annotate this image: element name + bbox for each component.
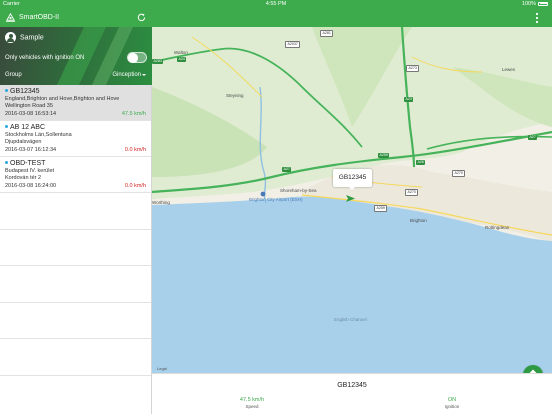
vehicle-item[interactable]: GB12345 England,Brighton and Hove,Bright… <box>0 85 151 121</box>
refresh-icon[interactable] <box>136 12 147 23</box>
road-badge: A24 <box>177 57 187 62</box>
vehicle-speed: 0.0 km/h <box>124 182 146 189</box>
vehicle-timestamp: 2016-03-07 16:12:34 <box>5 146 57 153</box>
vehicle-plate-row: OBD-TEST <box>5 160 146 168</box>
detail-plate: GB12345 <box>337 382 367 389</box>
speed-metric: 47.5 km/h Speed <box>222 397 282 410</box>
road-badge: A2037 <box>285 41 301 48</box>
user-name: Sample <box>20 34 44 42</box>
road-badge: A26 <box>416 160 426 165</box>
vehicle-timestamp: 2016-03-08 16:53:14 <box>5 110 57 117</box>
place-label: Walton <box>174 50 188 55</box>
group-value: Ginception <box>112 72 141 78</box>
toggle-knob <box>128 53 138 63</box>
airport-marker <box>260 191 266 197</box>
place-label: English Channel <box>334 317 367 322</box>
empty-list-row <box>0 193 151 230</box>
user-account[interactable]: Sample <box>5 32 44 44</box>
vehicle-plate-row: GB12345 <box>5 88 146 96</box>
place-label: Shoreham-by-Sea <box>280 188 317 193</box>
ignition-metric: ON Ignition <box>422 397 482 410</box>
empty-list-row <box>0 266 151 303</box>
vehicle-location-icon[interactable] <box>346 195 355 202</box>
road-badge: A259 <box>378 153 390 158</box>
account-icon <box>5 32 16 43</box>
ignition-label: Ignition <box>444 404 460 409</box>
ignition-value: ON <box>447 397 457 403</box>
place-label: Lewes <box>502 67 516 72</box>
vehicle-plate: GB12345 <box>10 88 40 95</box>
vehicle-plate: OBD-TEST <box>10 160 46 167</box>
speed-label: Speed <box>245 404 259 409</box>
road-badge: A259 <box>374 205 388 212</box>
vehicle-speed: 0.0 km/h <box>124 146 146 153</box>
vehicle-timestamp: 2016-03-08 16:24:00 <box>5 182 57 189</box>
road-badge: A270 <box>405 189 419 196</box>
status-dot-icon <box>5 124 8 128</box>
empty-list-row <box>0 303 151 339</box>
place-label: Steyning <box>226 93 244 98</box>
place-label: Brighton City Airport (ESH) <box>249 197 303 202</box>
ignition-filter-label: Only vehicles with ignition ON <box>5 55 85 61</box>
empty-list-row <box>0 230 151 266</box>
vehicle-plate-row: AB 12 ABC <box>5 124 146 132</box>
ignition-filter-row: Only vehicles with ignition ON <box>5 52 147 63</box>
ignition-toggle[interactable] <box>127 52 147 63</box>
status-bar: Carrier 4:55 PM 100% <box>0 0 552 9</box>
place-label: Brighton <box>410 218 427 223</box>
empty-list-row <box>0 339 151 376</box>
group-selector[interactable]: Group Ginception <box>5 70 147 80</box>
clock: 4:55 PM <box>265 1 287 7</box>
road-badge: A23 <box>404 97 414 102</box>
vehicle-item[interactable]: OBD-TEST Budapest IV. kerület Kordován t… <box>0 157 151 193</box>
sidebar-header: Sample Only vehicles with ignition ON Gr… <box>0 27 152 85</box>
vehicle-plate: AB 12 ABC <box>10 124 46 131</box>
legal-link[interactable]: Legal <box>157 366 167 371</box>
group-label: Group <box>5 72 22 78</box>
vehicle-street: Kordován tér 2 <box>5 174 42 181</box>
road-badge: A270 <box>452 170 466 177</box>
vehicle-callout[interactable]: GB12345 <box>333 169 372 190</box>
battery-icon <box>538 1 548 6</box>
vehicle-item[interactable]: AB 12 ABC Stockholms Län,Sollentuna Djup… <box>0 121 151 157</box>
chevron-down-icon <box>142 74 146 76</box>
battery-indicator: 100% <box>522 0 548 9</box>
app-bar: SmartOBD-II <box>0 9 552 27</box>
road-badge: A27 <box>528 135 538 140</box>
vehicle-detail-panel: GB12345 47.5 km/h Speed ON Ignition <box>152 373 552 414</box>
vehicle-list: GB12345 England,Brighton and Hove,Bright… <box>0 85 152 414</box>
vehicle-street: Wellington Road 35 <box>5 102 53 109</box>
road-badge: A273 <box>406 65 420 72</box>
vehicle-speed: 47.5 km/h <box>121 110 146 117</box>
place-label: Worthing <box>152 200 170 205</box>
app-logo-icon <box>5 12 16 22</box>
more-vert-icon[interactable] <box>533 12 541 24</box>
road-badge: A283 <box>152 59 164 64</box>
speed-value: 47.5 km/h <box>239 397 265 403</box>
road-badge: A27 <box>282 167 292 172</box>
status-dot-icon <box>5 88 8 92</box>
road-badge: A281 <box>320 30 334 37</box>
vehicle-street: Djupdalsvägen <box>5 138 42 145</box>
status-dot-icon <box>5 160 8 164</box>
app-title: SmartOBD-II <box>19 14 60 21</box>
battery-percent: 100% <box>521 1 536 7</box>
place-label: Rottingdean <box>485 225 510 230</box>
